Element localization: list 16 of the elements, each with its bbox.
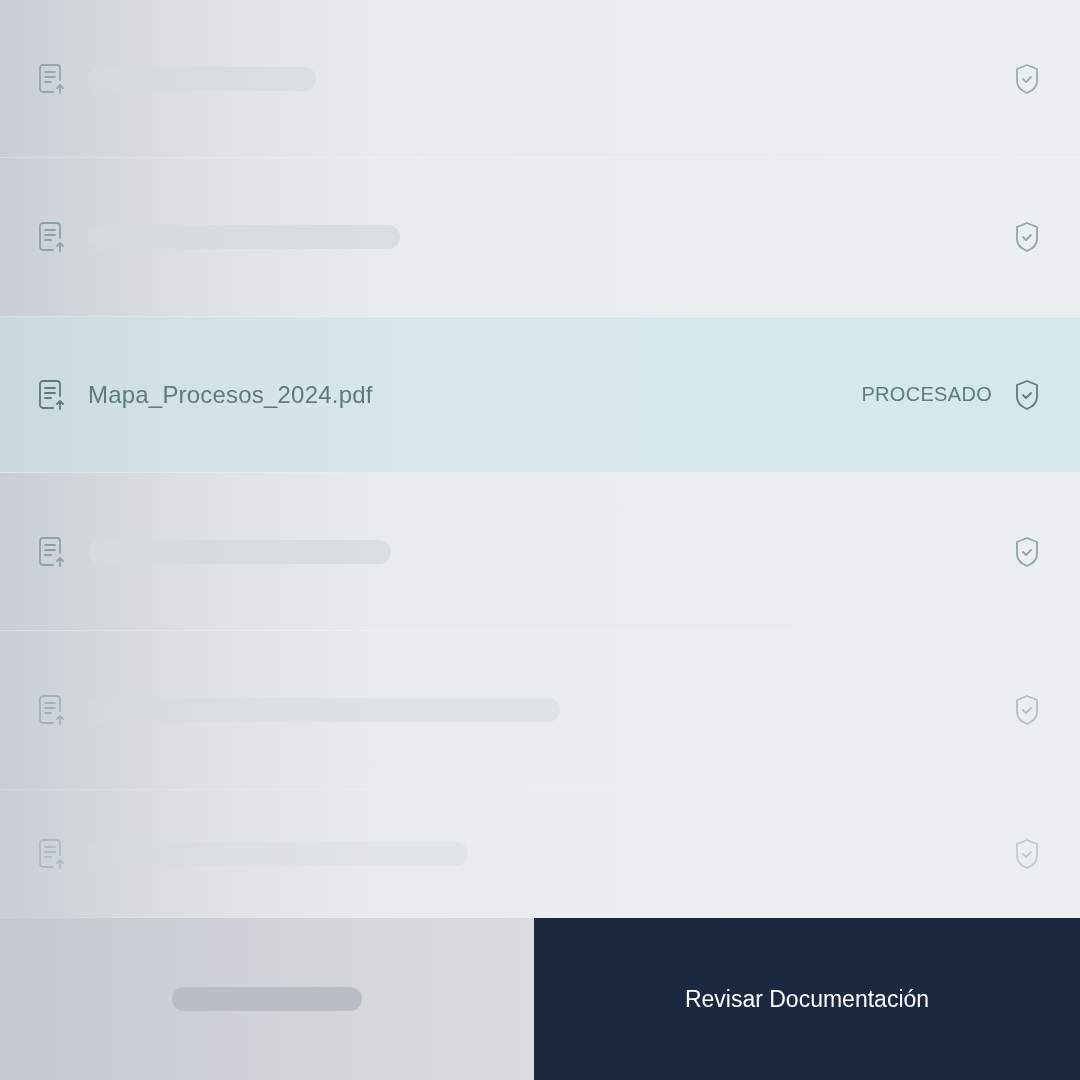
shield-check-icon — [1014, 535, 1040, 568]
file-name: Mapa_Procesos_2024.pdf — [88, 380, 373, 409]
status-label: PROCESADO — [861, 383, 992, 406]
shield-check-icon — [1014, 694, 1040, 726]
review-button[interactable]: Revisar Documentación — [534, 918, 1080, 1080]
shield-check-icon — [1014, 378, 1040, 411]
document-upload-icon — [38, 837, 66, 870]
document-upload-icon — [38, 378, 66, 411]
document-upload-icon — [38, 535, 66, 568]
shield-check-icon — [1014, 221, 1040, 253]
selected-file-row[interactable]: Mapa_Procesos_2024.pdf PROCESADO — [0, 317, 1080, 473]
shield-check-icon — [1014, 62, 1040, 95]
document-upload-icon — [38, 62, 66, 95]
document-upload-icon — [38, 694, 66, 726]
shield-check-icon — [1014, 837, 1040, 870]
document-upload-icon — [38, 221, 66, 253]
